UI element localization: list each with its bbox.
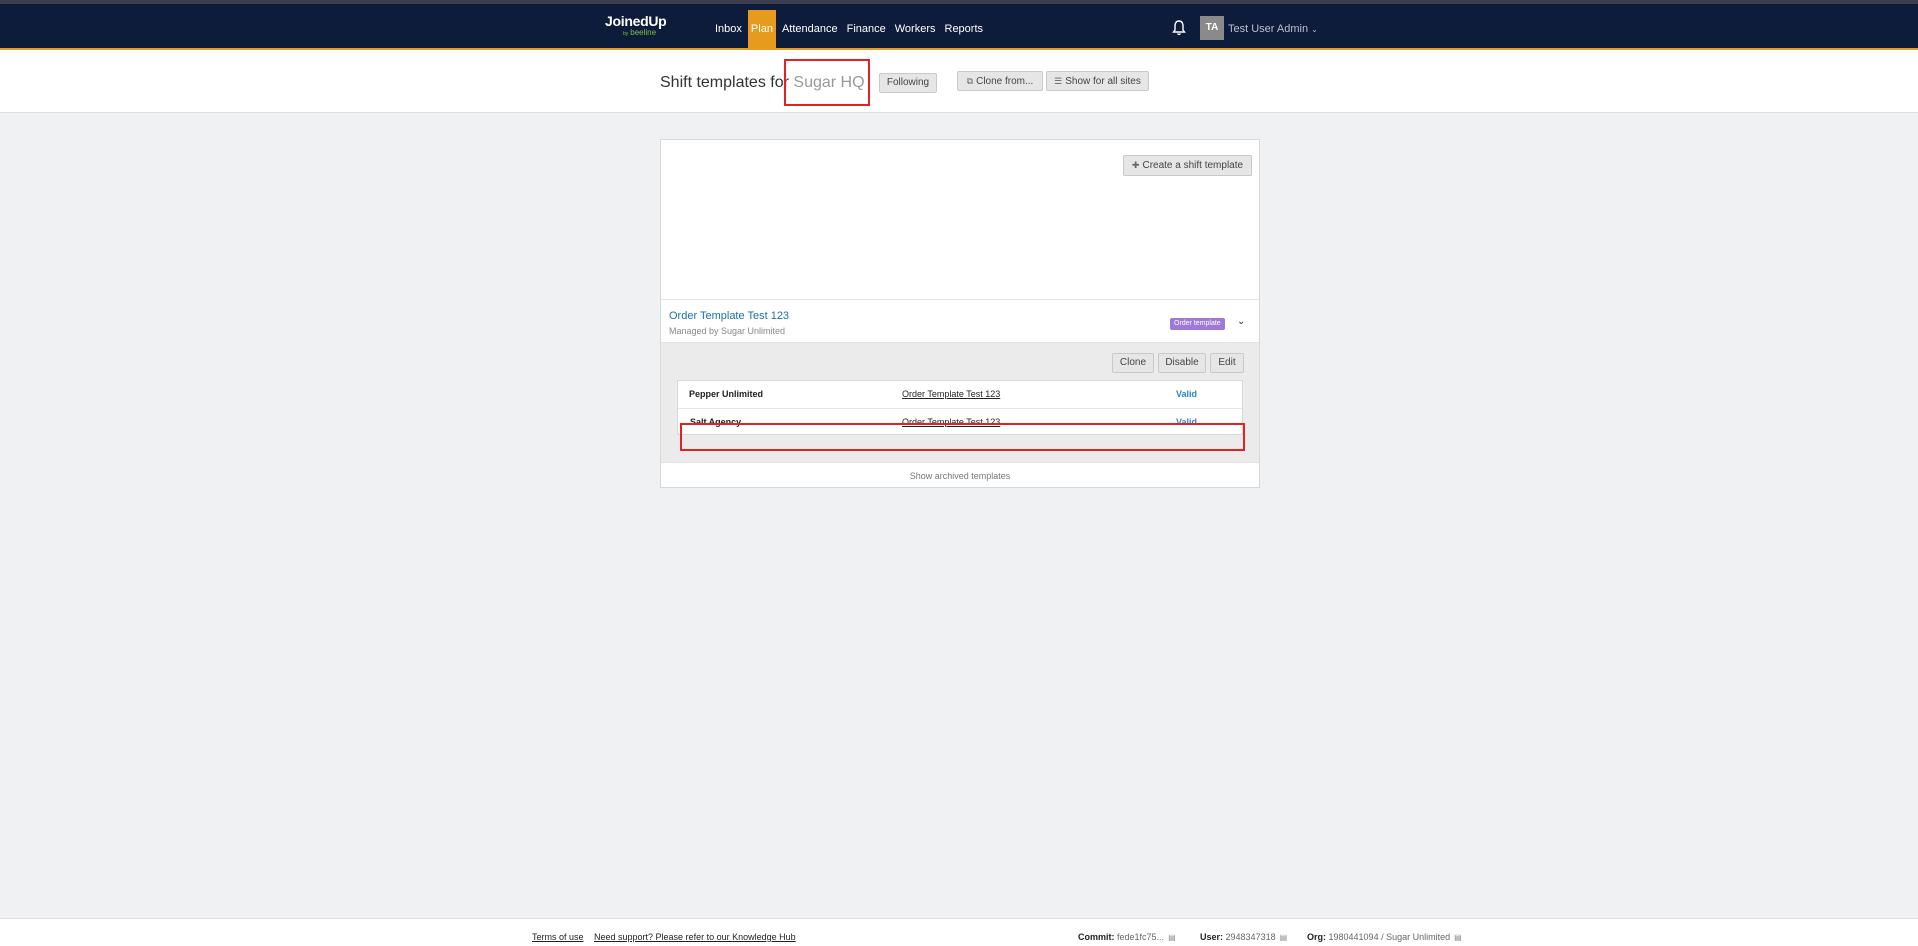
commit-info: Commit: fede1fc75... ▤ xyxy=(1078,932,1176,942)
footer: Terms of use Need support? Please refer … xyxy=(0,918,1918,946)
highlight-box-row xyxy=(680,423,1245,451)
table-row: Pepper Unlimited Order Template Test 123… xyxy=(678,381,1242,408)
top-navbar: JoinedUp by beeline Inbox Plan Attendance… xyxy=(0,4,1918,50)
clone-button[interactable]: Clone xyxy=(1112,353,1154,373)
user-name: Test User Admin xyxy=(1228,23,1309,35)
avatar[interactable]: TA xyxy=(1200,16,1224,40)
plus-icon: ✚ xyxy=(1131,160,1140,170)
template-managed-by: Managed by Sugar Unlimited xyxy=(669,326,786,336)
terms-link[interactable]: Terms of use xyxy=(532,932,584,942)
main-nav: Inbox Plan Attendance Finance Workers Re… xyxy=(712,10,989,48)
nav-item-plan[interactable]: Plan xyxy=(747,10,776,48)
org-info: Org: 1980441094 / Sugar Unlimited ▤ xyxy=(1307,932,1462,942)
following-button[interactable]: Following xyxy=(879,73,937,93)
copy-icon[interactable]: ▤ xyxy=(1280,933,1288,942)
show-archived-templates-link[interactable]: Show archived templates xyxy=(661,462,1259,489)
logo-text: JoinedUp xyxy=(605,13,667,29)
chevron-down-icon[interactable]: ⌄ xyxy=(1237,316,1245,327)
nav-item-reports[interactable]: Reports xyxy=(942,10,987,48)
copy-icon: ⧉ xyxy=(966,76,974,86)
agency-template-link[interactable]: Order Template Test 123 xyxy=(902,389,1000,399)
status-badge: Valid xyxy=(1176,389,1198,399)
nav-item-attendance[interactable]: Attendance xyxy=(779,10,841,48)
joinedup-logo[interactable]: JoinedUp by beeline xyxy=(605,13,675,43)
nav-item-workers[interactable]: Workers xyxy=(892,10,939,48)
template-name-link[interactable]: Order Template Test 123 xyxy=(669,310,789,322)
copy-icon[interactable]: ▤ xyxy=(1168,933,1176,942)
bell-icon[interactable] xyxy=(1172,20,1186,36)
support-link[interactable]: Need support? Please refer to our Knowle… xyxy=(594,932,796,942)
template-row[interactable]: Order Template Test 123 Managed by Sugar… xyxy=(661,299,1259,343)
disable-button[interactable]: Disable xyxy=(1158,353,1206,373)
nav-item-finance[interactable]: Finance xyxy=(844,10,889,48)
show-for-all-sites-button[interactable]: ☰ Show for all sites xyxy=(1046,71,1149,91)
chevron-down-icon: ⌄ xyxy=(1311,25,1318,34)
user-menu[interactable]: Test User Admin ⌄ xyxy=(1228,23,1318,35)
user-info: User: 2948347318 ▤ xyxy=(1200,932,1288,942)
order-template-badge: Order template xyxy=(1170,318,1225,330)
page-header: Shift templates for Sugar HQ Following ⧉… xyxy=(0,50,1918,113)
page-title-prefix: Shift templates for xyxy=(660,74,794,91)
highlight-box-site xyxy=(784,59,870,106)
nav-item-inbox[interactable]: Inbox xyxy=(712,10,745,48)
clone-from-button[interactable]: ⧉ Clone from... xyxy=(957,71,1043,91)
agency-name: Pepper Unlimited xyxy=(689,389,764,399)
list-icon: ☰ xyxy=(1054,76,1063,86)
edit-button[interactable]: Edit xyxy=(1210,353,1244,373)
copy-icon[interactable]: ▤ xyxy=(1454,933,1462,942)
create-shift-template-button[interactable]: ✚ Create a shift template xyxy=(1123,155,1252,176)
logo-subtext: by beeline xyxy=(623,28,657,37)
